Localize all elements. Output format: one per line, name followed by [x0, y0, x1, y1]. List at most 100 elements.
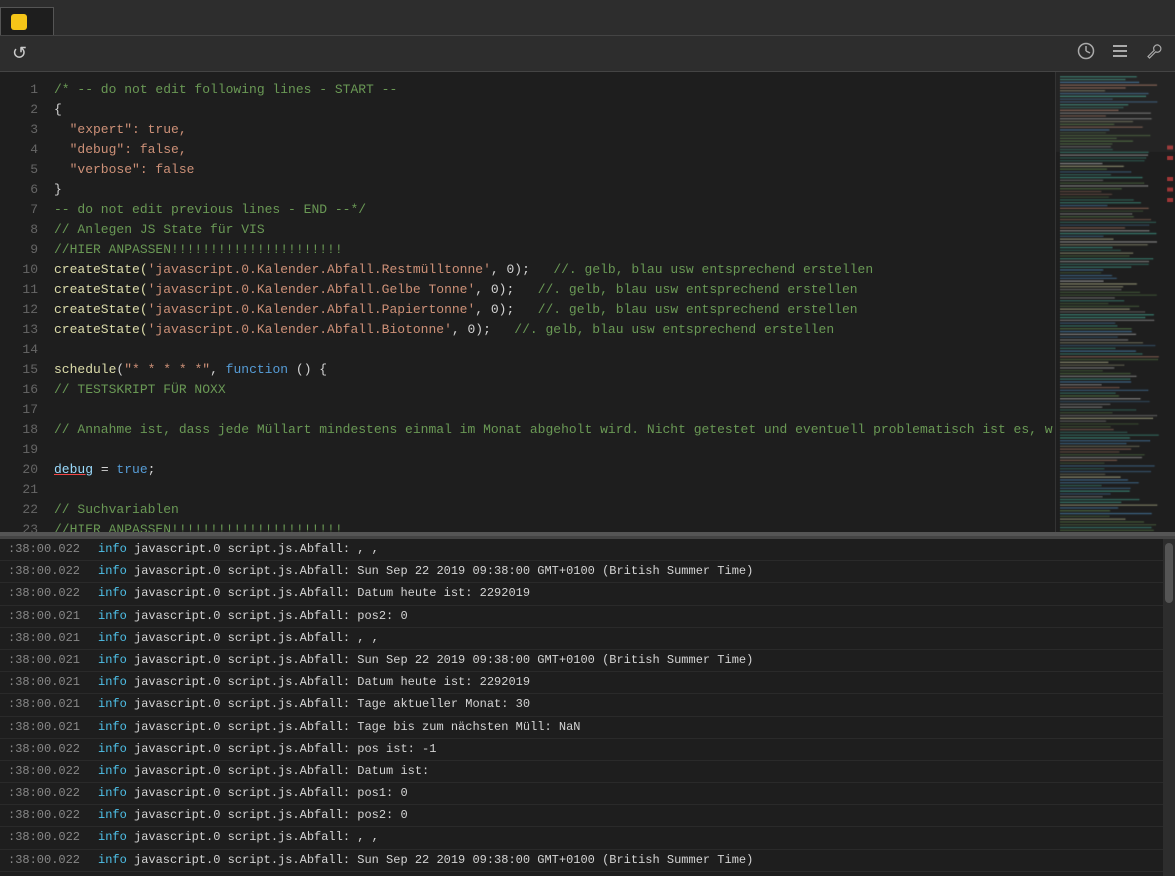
line-number: 8	[8, 220, 38, 240]
code-line: 8 // Anlegen JS State für VIS	[0, 220, 1055, 240]
line-number: 14	[8, 340, 38, 360]
history-button[interactable]	[1073, 40, 1099, 67]
line-number: 11	[8, 280, 38, 300]
log-time: :38:00.022	[8, 562, 98, 581]
log-row: :38:00.022infojavascript.0 script.js.Abf…	[0, 783, 1163, 805]
log-level: info	[98, 540, 134, 559]
log-message: javascript.0 script.js.Abfall: Datum heu…	[134, 673, 1155, 692]
log-row: :38:00.022infojavascript.0 script.js.Abf…	[0, 561, 1163, 583]
line-text: createState('javascript.0.Kalender.Abfal…	[54, 260, 1043, 280]
list-button[interactable]	[1107, 40, 1133, 67]
log-level: info	[98, 562, 134, 581]
log-row: :38:00.021infojavascript.0 script.js.Abf…	[0, 650, 1163, 672]
line-number: 16	[8, 380, 38, 400]
wrench-button[interactable]	[1141, 40, 1167, 67]
code-content[interactable]: 1 /* -- do not edit following lines - STA…	[0, 72, 1055, 532]
log-row: :38:00.022infojavascript.0 script.js.Abf…	[0, 805, 1163, 827]
log-message: javascript.0 script.js.Abfall: pos1: 0	[134, 784, 1155, 803]
log-level: info	[98, 629, 134, 648]
line-text: //HIER ANPASSEN!!!!!!!!!!!!!!!!!!!!!!	[54, 240, 1043, 260]
line-number: 7	[8, 200, 38, 220]
line-text: //HIER ANPASSEN!!!!!!!!!!!!!!!!!!!!!!	[54, 520, 1043, 532]
code-line: 14	[0, 340, 1055, 360]
log-message: javascript.0 script.js.Abfall: Tage aktu…	[134, 695, 1155, 714]
main-area: 1 /* -- do not edit following lines - STA…	[0, 72, 1175, 532]
line-number: 9	[8, 240, 38, 260]
code-line: 10 createState('javascript.0.Kalender.Abf…	[0, 260, 1055, 280]
log-level: info	[98, 851, 134, 870]
log-time: :38:00.021	[8, 629, 98, 648]
code-line: 22// Suchvariablen	[0, 500, 1055, 520]
log-row: :38:00.021infojavascript.0 script.js.Abf…	[0, 606, 1163, 628]
code-line: 15schedule("* * * * *", function () {	[0, 360, 1055, 380]
tab-js-icon	[11, 14, 27, 30]
line-number: 4	[8, 140, 38, 160]
log-level: info	[98, 651, 134, 670]
tab-bar	[0, 0, 1175, 36]
line-text	[54, 480, 1043, 500]
line-text	[54, 400, 1043, 420]
log-level: info	[98, 762, 134, 781]
line-number: 12	[8, 300, 38, 320]
log-message: javascript.0 script.js.Abfall: Sun Sep 2…	[134, 651, 1155, 670]
log-row: :38:00.022infojavascript.0 script.js.Abf…	[0, 850, 1163, 872]
line-text: createState('javascript.0.Kalender.Abfal…	[54, 280, 1043, 300]
log-level: info	[98, 718, 134, 737]
log-level: info	[98, 806, 134, 825]
line-number: 1	[8, 80, 38, 100]
line-number: 5	[8, 160, 38, 180]
log-level: info	[98, 784, 134, 803]
log-content[interactable]: :38:00.022infojavascript.0 script.js.Abf…	[0, 539, 1163, 876]
code-line: 4 "debug": false,	[0, 140, 1055, 160]
line-text: // Anlegen JS State für VIS	[54, 220, 1043, 240]
log-message: javascript.0 script.js.Abfall: Datum heu…	[134, 584, 1155, 603]
code-line: 2{	[0, 100, 1055, 120]
line-number: 22	[8, 500, 38, 520]
code-editor: 1 /* -- do not edit following lines - STA…	[0, 72, 1055, 532]
code-line: 3 "expert": true,	[0, 120, 1055, 140]
log-time: :38:00.022	[8, 762, 98, 781]
clock-icon	[1077, 42, 1095, 60]
code-line: 9 //HIER ANPASSEN!!!!!!!!!!!!!!!!!!!!!!	[0, 240, 1055, 260]
minimap-canvas	[1056, 72, 1175, 532]
log-time: :38:00.022	[8, 806, 98, 825]
line-text	[54, 440, 1043, 460]
log-time: :38:00.021	[8, 718, 98, 737]
log-time: :38:00.022	[8, 540, 98, 559]
log-message: javascript.0 script.js.Abfall: Tage bis …	[134, 718, 1155, 737]
code-line: 13createState('javascript.0.Kalender.Abf…	[0, 320, 1055, 340]
log-message: javascript.0 script.js.Abfall: Datum ist…	[134, 762, 1155, 781]
line-number: 21	[8, 480, 38, 500]
log-message: javascript.0 script.js.Abfall: Sun Sep 2…	[134, 851, 1155, 870]
line-number: 10	[8, 260, 38, 280]
refresh-button[interactable]: ↺	[8, 41, 31, 66]
code-line: 19	[0, 440, 1055, 460]
code-line: 5 "verbose": false	[0, 160, 1055, 180]
log-time: :38:00.022	[8, 584, 98, 603]
log-time: :38:00.021	[8, 651, 98, 670]
log-level: info	[98, 673, 134, 692]
code-line: 12createState('javascript.0.Kalender.Abf…	[0, 300, 1055, 320]
log-row: :38:00.021infojavascript.0 script.js.Abf…	[0, 694, 1163, 716]
code-line: 6}	[0, 180, 1055, 200]
scrollbar-thumb[interactable]	[1165, 543, 1173, 603]
line-text: "expert": true,	[54, 120, 1043, 140]
code-line: 1 /* -- do not edit following lines - STA…	[0, 80, 1055, 100]
code-line: 7 -- do not edit previous lines - END --*…	[0, 200, 1055, 220]
line-text: }	[54, 180, 1043, 200]
log-row: :38:00.022infojavascript.0 script.js.Abf…	[0, 739, 1163, 761]
log-time: :38:00.022	[8, 784, 98, 803]
tab-abfall[interactable]	[0, 7, 54, 35]
line-number: 3	[8, 120, 38, 140]
line-text: // Annahme ist, dass jede Müllart mindes…	[54, 420, 1053, 440]
log-level: info	[98, 695, 134, 714]
code-line: 21	[0, 480, 1055, 500]
line-text: /* -- do not edit following lines - STAR…	[54, 80, 1043, 100]
line-number: 23	[8, 520, 38, 532]
line-text: schedule("* * * * *", function () {	[54, 360, 1043, 380]
log-row: :38:00.022infojavascript.0 script.js.Abf…	[0, 583, 1163, 605]
log-row: :38:00.021infojavascript.0 script.js.Abf…	[0, 672, 1163, 694]
line-text: -- do not edit previous lines - END --*/	[54, 200, 1043, 220]
line-text: debug = true;	[54, 460, 1043, 480]
log-scrollbar[interactable]	[1163, 539, 1175, 876]
